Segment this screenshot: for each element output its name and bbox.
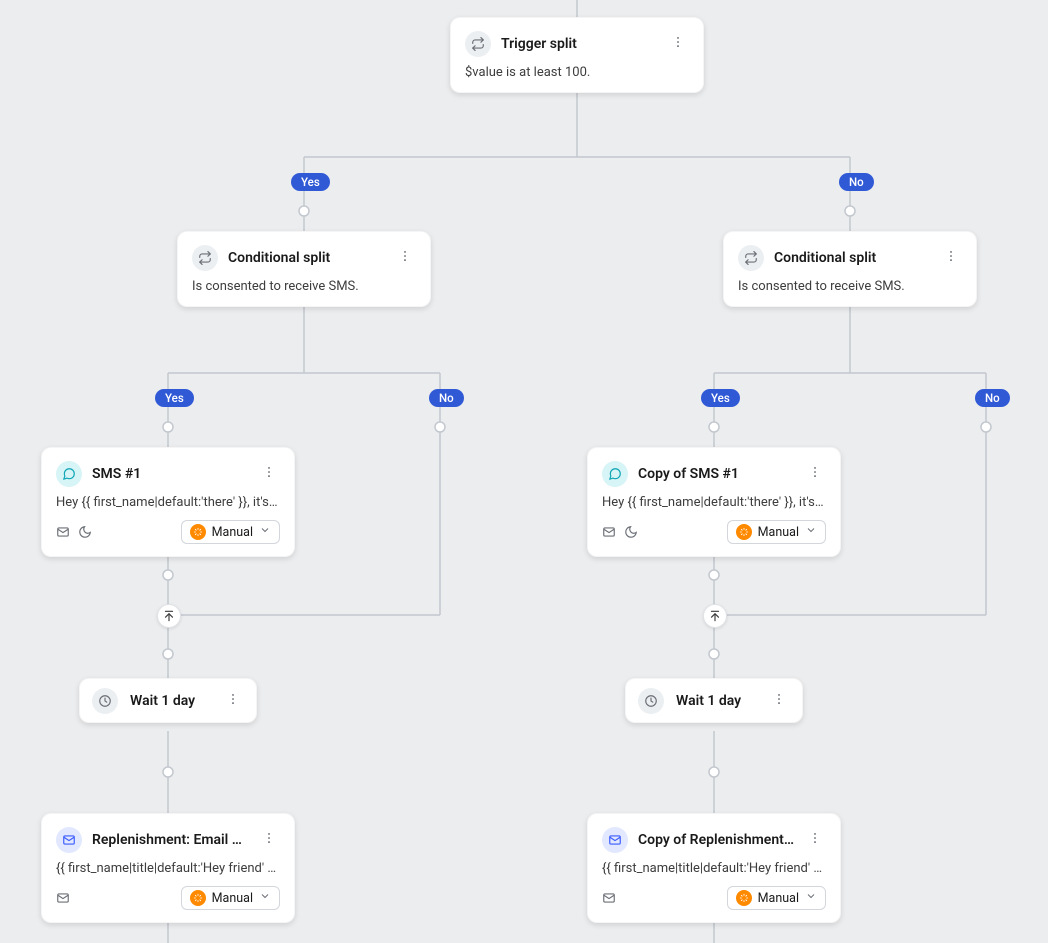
node-actions-menu[interactable] — [222, 687, 244, 714]
split-icon — [465, 31, 491, 57]
send-mode-dropdown[interactable]: Manual — [727, 886, 826, 910]
node-actions-menu[interactable] — [258, 460, 280, 487]
node-title: Replenishment: Email #1 — [92, 832, 248, 848]
node-email-left[interactable]: Replenishment: Email #1 {{ first_name|ti… — [41, 813, 295, 923]
chevron-down-icon — [259, 524, 271, 540]
node-actions-menu[interactable] — [667, 30, 689, 57]
node-title: Trigger split — [501, 36, 657, 52]
sms-icon — [602, 461, 628, 487]
node-email-right[interactable]: Copy of Replenishment: Em… {{ first_name… — [587, 813, 841, 923]
node-actions-menu[interactable] — [804, 460, 826, 487]
manual-icon — [736, 890, 752, 906]
merge-node-right[interactable] — [703, 604, 727, 628]
node-desc: {{ first_name|title|default:'Hey friend'… — [602, 861, 826, 876]
node-title: SMS #1 — [92, 466, 248, 482]
node-sms-right[interactable]: Copy of SMS #1 Hey {{ first_name|default… — [587, 447, 841, 557]
branch-badge-no: No — [839, 173, 874, 191]
node-conditional-split-left[interactable]: Conditional split Is consented to receiv… — [177, 231, 431, 307]
send-mode-label: Manual — [212, 891, 253, 906]
node-actions-menu[interactable] — [940, 244, 962, 271]
node-actions-menu[interactable] — [394, 244, 416, 271]
node-desc: Is consented to receive SMS. — [738, 279, 962, 294]
send-mode-dropdown[interactable]: Manual — [181, 886, 280, 910]
node-desc: Is consented to receive SMS. — [192, 279, 416, 294]
node-desc: $value is at least 100. — [465, 65, 689, 80]
branch-badge-yes: Yes — [155, 389, 194, 407]
node-wait-left[interactable]: Wait 1 day — [79, 678, 257, 723]
split-icon — [738, 245, 764, 271]
node-feature-icons — [602, 525, 638, 539]
node-trigger-split[interactable]: Trigger split $value is at least 100. — [450, 17, 704, 93]
clock-icon — [638, 688, 664, 714]
send-mode-dropdown[interactable]: Manual — [181, 520, 280, 544]
node-sms-left[interactable]: SMS #1 Hey {{ first_name|default:'there'… — [41, 447, 295, 557]
chevron-down-icon — [805, 890, 817, 906]
node-feature-icons — [56, 891, 70, 905]
chevron-down-icon — [805, 524, 817, 540]
send-mode-label: Manual — [212, 525, 253, 540]
node-title: Wait 1 day — [676, 693, 756, 709]
manual-icon — [736, 524, 752, 540]
send-mode-dropdown[interactable]: Manual — [727, 520, 826, 544]
node-desc: {{ first_name|title|default:'Hey friend'… — [56, 861, 280, 876]
node-actions-menu[interactable] — [804, 826, 826, 853]
flow-canvas: Yes No Yes No Yes No Trigger split $valu… — [0, 0, 1048, 943]
split-icon — [192, 245, 218, 271]
clock-icon — [92, 688, 118, 714]
node-title: Conditional split — [774, 250, 930, 266]
node-wait-right[interactable]: Wait 1 day — [625, 678, 803, 723]
branch-badge-no: No — [975, 389, 1010, 407]
node-desc: Hey {{ first_name|default:'there' }}, it… — [56, 495, 280, 510]
manual-icon — [190, 524, 206, 540]
node-conditional-split-right[interactable]: Conditional split Is consented to receiv… — [723, 231, 977, 307]
node-desc: Hey {{ first_name|default:'there' }}, it… — [602, 495, 826, 510]
branch-badge-yes: Yes — [291, 173, 330, 191]
chevron-down-icon — [259, 890, 271, 906]
send-mode-label: Manual — [758, 525, 799, 540]
node-actions-menu[interactable] — [258, 826, 280, 853]
email-icon — [602, 827, 628, 853]
manual-icon — [190, 890, 206, 906]
node-feature-icons — [602, 891, 616, 905]
node-actions-menu[interactable] — [768, 687, 790, 714]
node-title: Copy of SMS #1 — [638, 466, 794, 482]
merge-node-left[interactable] — [157, 604, 181, 628]
branch-badge-no: No — [429, 389, 464, 407]
send-mode-label: Manual — [758, 891, 799, 906]
node-title: Conditional split — [228, 250, 384, 266]
sms-icon — [56, 461, 82, 487]
branch-badge-yes: Yes — [701, 389, 740, 407]
node-title: Copy of Replenishment: Em… — [638, 832, 794, 848]
node-title: Wait 1 day — [130, 693, 210, 709]
email-icon — [56, 827, 82, 853]
node-feature-icons — [56, 525, 92, 539]
